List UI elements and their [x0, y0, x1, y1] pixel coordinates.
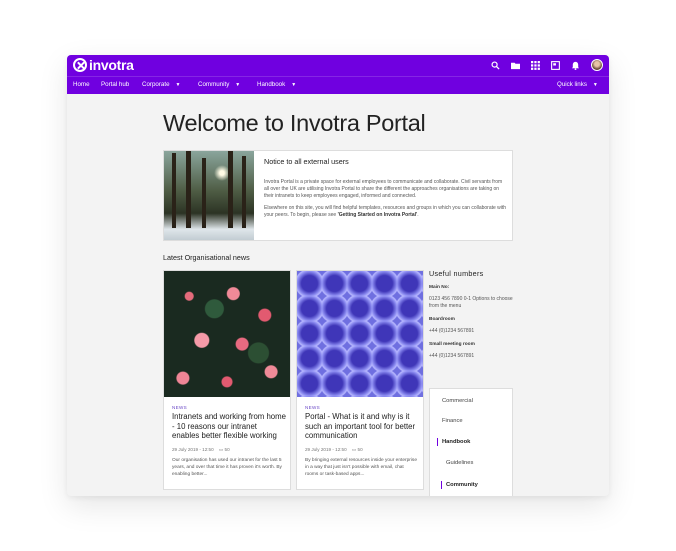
- notice-text-end: .: [417, 212, 419, 218]
- tree-trunk: [228, 151, 233, 228]
- section-nav-item-commercial[interactable]: Commercial: [442, 398, 473, 404]
- notice-paragraph: Elsewhere on this site, you will find he…: [264, 205, 508, 219]
- chevron-down-icon: ▼: [235, 82, 241, 88]
- nav-item-corporate[interactable]: Corporate ▼: [142, 81, 180, 89]
- news-heading: Latest Organisational news: [163, 253, 250, 262]
- comment-icon: ▭: [351, 447, 357, 452]
- number-label: Main No:: [429, 285, 450, 290]
- tree-trunk: [242, 156, 246, 228]
- getting-started-link[interactable]: 'Getting Started on Invotra Portal': [338, 212, 418, 218]
- notice-title: Notice to all external users: [264, 157, 349, 166]
- nav-item-label: Community: [198, 81, 230, 88]
- notice-panel: Notice to all external users Invotra Por…: [163, 150, 513, 241]
- news-title[interactable]: Portal - What is it and why is it such a…: [305, 412, 419, 441]
- folder-icon[interactable]: [511, 61, 520, 70]
- flowers-image: [164, 271, 290, 397]
- logo-icon: [73, 58, 87, 72]
- chevron-down-icon: ▼: [592, 82, 598, 88]
- main-nav: Home Portal hub Corporate ▼ Community ▼ Ha…: [67, 76, 609, 94]
- nav-item-label: Handbook: [257, 81, 286, 88]
- news-meta: 29 July 2019 - 12:50 ▭ 50: [172, 447, 230, 453]
- section-nav-item-guidelines[interactable]: Guidelines: [446, 460, 473, 466]
- comment-icon: ▭: [218, 447, 224, 452]
- news-excerpt: Our organisation has used our intranet f…: [172, 458, 282, 477]
- logo-text: invotra: [89, 57, 134, 73]
- egg-carton-image: [297, 271, 423, 397]
- useful-numbers: Useful numbers Main No: 0123 456 7890 0-…: [429, 269, 519, 360]
- tree-trunk: [172, 153, 176, 228]
- nav-item-community[interactable]: Community ▼: [198, 81, 240, 89]
- top-icons: [491, 59, 603, 71]
- section-nav: Commercial Finance Handbook Guidelines C…: [429, 388, 513, 496]
- comment-count: 50: [224, 447, 230, 452]
- news-date: 29 July 2019 - 12:50: [305, 447, 347, 452]
- nav-item-quick-links[interactable]: Quick links ▼: [557, 81, 598, 89]
- forest-image: [164, 151, 254, 240]
- news-tag: NEWS: [305, 405, 320, 410]
- app-window: invotra Home Portal hub Corporate ▼ Commu…: [67, 55, 609, 496]
- number-value: 0123 456 7890 0-1 Options to choose from…: [429, 296, 513, 309]
- search-icon[interactable]: [491, 60, 500, 70]
- nav-item-portal-hub[interactable]: Portal hub: [101, 81, 129, 89]
- number-label: Boardroom: [429, 317, 455, 322]
- comment-count: 50: [357, 447, 363, 452]
- apps-grid-icon[interactable]: [531, 60, 540, 70]
- quick-links-label: Quick links: [557, 81, 587, 88]
- nav-item-handbook[interactable]: Handbook ▼: [257, 81, 296, 89]
- chevron-down-icon: ▼: [291, 82, 297, 88]
- news-date: 29 July 2019 - 12:50: [172, 447, 214, 452]
- number-value: +44 (0)1234 567891: [429, 328, 475, 334]
- chevron-down-icon: ▼: [175, 82, 181, 88]
- section-nav-item-handbook[interactable]: Handbook: [436, 438, 470, 446]
- useful-heading: Useful numbers: [429, 269, 484, 278]
- news-excerpt: By bringing external resources inside yo…: [305, 458, 417, 477]
- notice-paragraph: Invotra Portal is a private space for ex…: [264, 179, 503, 199]
- top-bar: invotra: [67, 55, 609, 76]
- news-title[interactable]: Intranets and working from home - 10 rea…: [172, 412, 286, 441]
- nav-item-label: Home: [73, 81, 90, 88]
- tree-trunk: [202, 158, 206, 228]
- section-nav-item-community[interactable]: Community: [441, 481, 478, 489]
- section-nav-item-finance[interactable]: Finance: [442, 418, 463, 424]
- news-card[interactable]: NEWS Intranets and working from home - 1…: [163, 270, 291, 490]
- nav-item-label: Portal hub: [101, 81, 130, 88]
- nav-item-home[interactable]: Home: [73, 81, 90, 89]
- logo[interactable]: invotra: [73, 58, 134, 72]
- nav-item-label: Corporate: [142, 81, 170, 88]
- avatar[interactable]: [591, 59, 603, 71]
- news-icon[interactable]: [551, 60, 560, 70]
- notice-body: Invotra Portal is a private space for ex…: [264, 179, 508, 219]
- news-tag: NEWS: [172, 405, 187, 410]
- news-meta: 29 July 2019 - 12:50 ▭ 50: [305, 447, 363, 453]
- bell-icon[interactable]: [571, 61, 580, 70]
- tree-trunk: [186, 151, 191, 228]
- number-label: Small meeting room: [429, 342, 475, 347]
- number-value: +44 (0)1234 567891: [429, 353, 475, 359]
- page-title: Welcome to Invotra Portal: [163, 110, 426, 136]
- news-card[interactable]: NEWS Portal - What is it and why is it s…: [296, 270, 424, 490]
